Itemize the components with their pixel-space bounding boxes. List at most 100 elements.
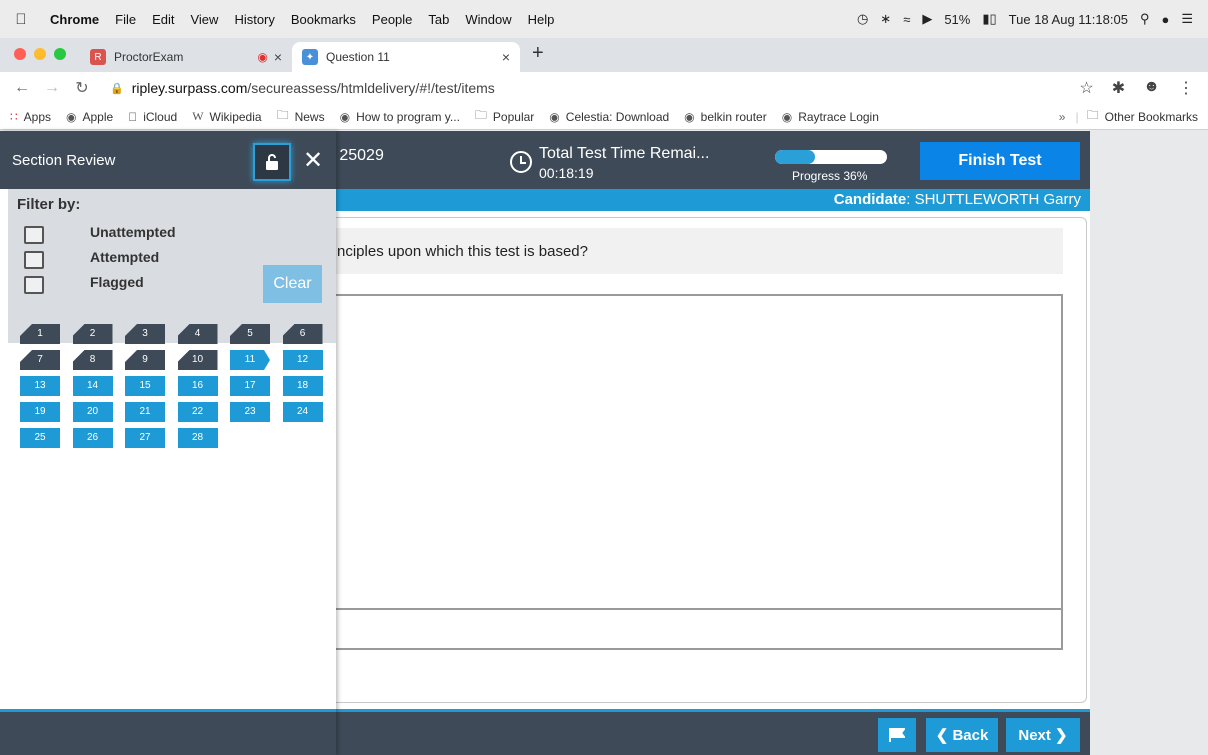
clear-filter-button[interactable]: Clear bbox=[263, 265, 322, 303]
filter-flagged-checkbox[interactable] bbox=[24, 276, 44, 294]
question-nav-button-17[interactable]: 17 bbox=[230, 376, 270, 396]
volume-icon[interactable]: ▶ bbox=[917, 11, 937, 27]
question-nav-button-22[interactable]: 22 bbox=[177, 402, 218, 422]
answer-textarea[interactable] bbox=[331, 294, 1063, 610]
back-button[interactable]: ❮ Back bbox=[926, 718, 998, 752]
menu-file[interactable]: File bbox=[107, 12, 144, 27]
question-nav-button-28[interactable]: 28 bbox=[177, 428, 218, 448]
question-nav-button-26[interactable]: 26 bbox=[72, 428, 113, 448]
question-nav-button-21[interactable]: 21 bbox=[125, 402, 165, 422]
close-tab-icon[interactable]: × bbox=[274, 49, 282, 65]
bookmark-label: Popular bbox=[483, 109, 534, 124]
folder-icon: 🗀 bbox=[267, 108, 289, 122]
question-nav-button-11[interactable]: 11 bbox=[230, 350, 270, 370]
other-bookmarks-label: Other Bookmarks bbox=[1104, 109, 1198, 124]
new-tab-icon[interactable]: + bbox=[520, 42, 556, 72]
bookmark-wikipedia[interactable]: W Wikipedia bbox=[192, 109, 261, 124]
battery-icon[interactable]: ▮▯ bbox=[977, 11, 1001, 27]
menu-history[interactable]: History bbox=[226, 12, 282, 27]
question-nav-button-10[interactable]: 10 bbox=[177, 350, 218, 370]
question-nav-button-24[interactable]: 24 bbox=[282, 402, 323, 422]
profile-icon[interactable]: ☻ bbox=[1143, 78, 1160, 98]
bookmark-icloud[interactable]: iCloud bbox=[128, 110, 177, 124]
bookmark-celestia[interactable]: ◉ Celestia: Download bbox=[549, 110, 669, 124]
apple-icon:  bbox=[128, 110, 137, 124]
question-nav-button-20[interactable]: 20 bbox=[72, 402, 113, 422]
notification-center-icon[interactable]: ☰ bbox=[1176, 11, 1198, 27]
battery-percent[interactable]: 51% bbox=[939, 12, 975, 27]
bookmark-apple[interactable]: ◉ Apple bbox=[66, 110, 113, 124]
close-window-button[interactable] bbox=[14, 48, 26, 60]
question-nav-button-25[interactable]: 25 bbox=[20, 428, 60, 448]
wifi-icon[interactable]: ≈ bbox=[898, 12, 915, 27]
tab-question-11[interactable]: ✦ Question 11 × bbox=[292, 42, 520, 72]
question-nav-button-8[interactable]: 8 bbox=[72, 350, 113, 370]
question-nav-button-12[interactable]: 12 bbox=[282, 350, 323, 370]
globe-icon: ◉ bbox=[772, 109, 792, 124]
bookmark-how-to-program[interactable]: ◉ How to program y... bbox=[340, 110, 460, 124]
bookmark-apps[interactable]: ∷ Apps bbox=[10, 110, 51, 124]
time-machine-icon[interactable]: ◷ bbox=[852, 11, 873, 27]
question-nav-button-23[interactable]: 23 bbox=[230, 402, 270, 422]
question-nav-button-9[interactable]: 9 bbox=[125, 350, 165, 370]
filter-unattempted-checkbox[interactable] bbox=[24, 226, 44, 244]
bookmark-news[interactable]: 🗀 News bbox=[277, 106, 325, 127]
flag-button[interactable] bbox=[878, 718, 916, 752]
more-menu-icon[interactable]: ⋮ bbox=[1178, 78, 1194, 98]
next-button[interactable]: Next ❯ bbox=[1006, 718, 1080, 752]
question-nav-button-18[interactable]: 18 bbox=[282, 376, 323, 396]
surpass-icon: ✦ bbox=[302, 49, 318, 65]
bookmark-label: News bbox=[285, 109, 325, 124]
menu-tab[interactable]: Tab bbox=[420, 12, 457, 27]
timer-value: 00:18:19 bbox=[539, 165, 594, 181]
menu-help[interactable]: Help bbox=[520, 12, 563, 27]
bookmark-belkin-router[interactable]: ◉ belkin router bbox=[684, 110, 767, 124]
zoom-window-button[interactable] bbox=[54, 48, 66, 60]
bookmark-popular[interactable]: 🗀 Popular bbox=[475, 106, 534, 127]
close-panel-icon[interactable]: ✕ bbox=[301, 147, 325, 175]
window-controls bbox=[0, 48, 80, 72]
bookmark-label: Apple bbox=[82, 109, 114, 124]
recording-icon: ◉ bbox=[257, 50, 268, 64]
menu-people[interactable]: People bbox=[364, 12, 420, 27]
bookmark-raytrace-login[interactable]: ◉ Raytrace Login bbox=[782, 110, 879, 124]
question-nav-button-16[interactable]: 16 bbox=[177, 376, 218, 396]
url-domain: ripley.surpass.com bbox=[131, 80, 248, 96]
menu-edit[interactable]: Edit bbox=[144, 12, 182, 27]
url-field[interactable]: 🔒 ripley.surpass.com /secureassess/htmld… bbox=[110, 80, 495, 96]
forward-arrow-icon[interactable]: → bbox=[40, 79, 64, 97]
bookmarks-overflow-icon[interactable]: » bbox=[1059, 110, 1066, 124]
spotlight-search-icon[interactable]: ⚲ bbox=[1135, 11, 1155, 27]
question-nav-button-7[interactable]: 7 bbox=[20, 350, 60, 370]
apple-logo-icon[interactable]:  bbox=[0, 11, 42, 28]
back-arrow-icon[interactable]: ← bbox=[10, 79, 34, 97]
clock[interactable]: Tue 18 Aug 11:18:05 bbox=[1004, 12, 1133, 27]
question-nav-button-13[interactable]: 13 bbox=[20, 376, 60, 396]
extensions-icon[interactable]: ✱ bbox=[1112, 78, 1125, 98]
siri-icon[interactable]: ● bbox=[1156, 12, 1174, 27]
menu-window[interactable]: Window bbox=[457, 12, 519, 27]
tab-proctorexam[interactable]: R ProctorExam ◉ × bbox=[80, 42, 292, 72]
reload-icon[interactable]: ↻ bbox=[70, 78, 94, 98]
question-nav-button-14[interactable]: 14 bbox=[72, 376, 113, 396]
question-nav-button-27[interactable]: 27 bbox=[125, 428, 165, 448]
menu-chrome[interactable]: Chrome bbox=[42, 12, 107, 27]
bookmark-star-icon[interactable]: ☆ bbox=[1079, 78, 1093, 98]
lock-panel-button[interactable] bbox=[253, 143, 291, 181]
close-tab-icon[interactable]: × bbox=[502, 49, 510, 65]
answer-toolbar bbox=[331, 610, 1063, 650]
question-nav-button-15[interactable]: 15 bbox=[125, 376, 165, 396]
finish-test-button[interactable]: Finish Test bbox=[920, 142, 1080, 180]
question-card: nciples upon which this test is based? bbox=[330, 217, 1087, 703]
other-bookmarks[interactable]: 🗀 Other Bookmarks bbox=[1087, 106, 1198, 127]
browser-tab-strip: R ProctorExam ◉ × ✦ Question 11 × + bbox=[0, 38, 1208, 72]
filter-attempted-checkbox[interactable] bbox=[24, 251, 44, 269]
bookmarks-divider: | bbox=[1075, 109, 1079, 124]
progress-fill bbox=[775, 150, 816, 164]
bookmark-label: Wikipedia bbox=[200, 109, 262, 124]
menu-bookmarks[interactable]: Bookmarks bbox=[283, 12, 364, 27]
bluetooth-icon[interactable]: ∗ bbox=[875, 11, 896, 27]
question-nav-button-19[interactable]: 19 bbox=[20, 402, 60, 422]
minimize-window-button[interactable] bbox=[34, 48, 46, 60]
menu-view[interactable]: View bbox=[182, 12, 226, 27]
